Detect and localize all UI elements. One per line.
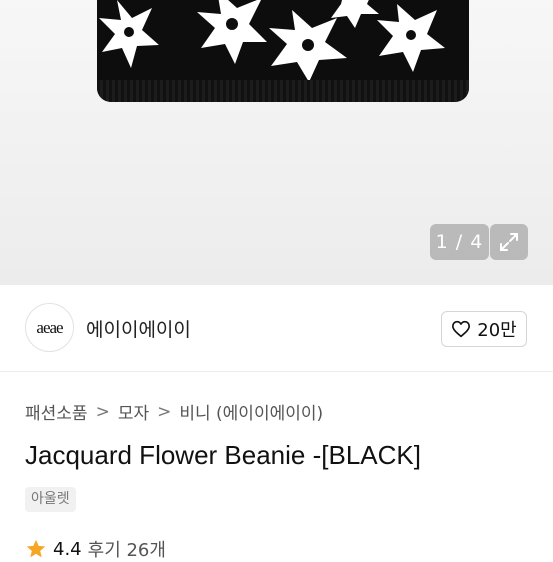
like-button[interactable]: 20만 (441, 311, 527, 347)
expand-icon (500, 233, 518, 251)
seller-avatar[interactable]: aeae (25, 303, 74, 352)
chevron-right-icon: > (95, 401, 110, 422)
star-icon (26, 539, 46, 558)
rating-summary[interactable]: 4.4 후기 26개 (25, 536, 166, 562)
outlet-badge: 아울렛 (25, 487, 76, 512)
breadcrumb: 패션소품 > 모자 > 비니 (에이이에이이) (25, 399, 323, 425)
chevron-right-icon: > (157, 401, 172, 422)
breadcrumb-item[interactable]: 패션소품 (25, 399, 88, 424)
breadcrumb-item[interactable]: 비니 (에이이에이이) (179, 399, 323, 424)
review-count-link[interactable]: 후기 26개 (88, 536, 166, 562)
expand-button[interactable] (490, 224, 528, 260)
breadcrumb-item[interactable]: 모자 (118, 399, 149, 424)
like-count: 20만 (477, 320, 517, 341)
seller-avatar-logo: aeae (36, 317, 63, 337)
product-image-gallery[interactable]: 1 / 4 (0, 0, 553, 285)
image-counter: 1 / 4 (430, 224, 489, 260)
rating-score: 4.4 (53, 538, 82, 560)
heart-icon (452, 320, 471, 338)
seller-name[interactable]: 에이이에이이 (86, 315, 191, 342)
product-title: Jacquard Flower Beanie -[BLACK] (25, 440, 421, 470)
product-image (97, 0, 469, 102)
